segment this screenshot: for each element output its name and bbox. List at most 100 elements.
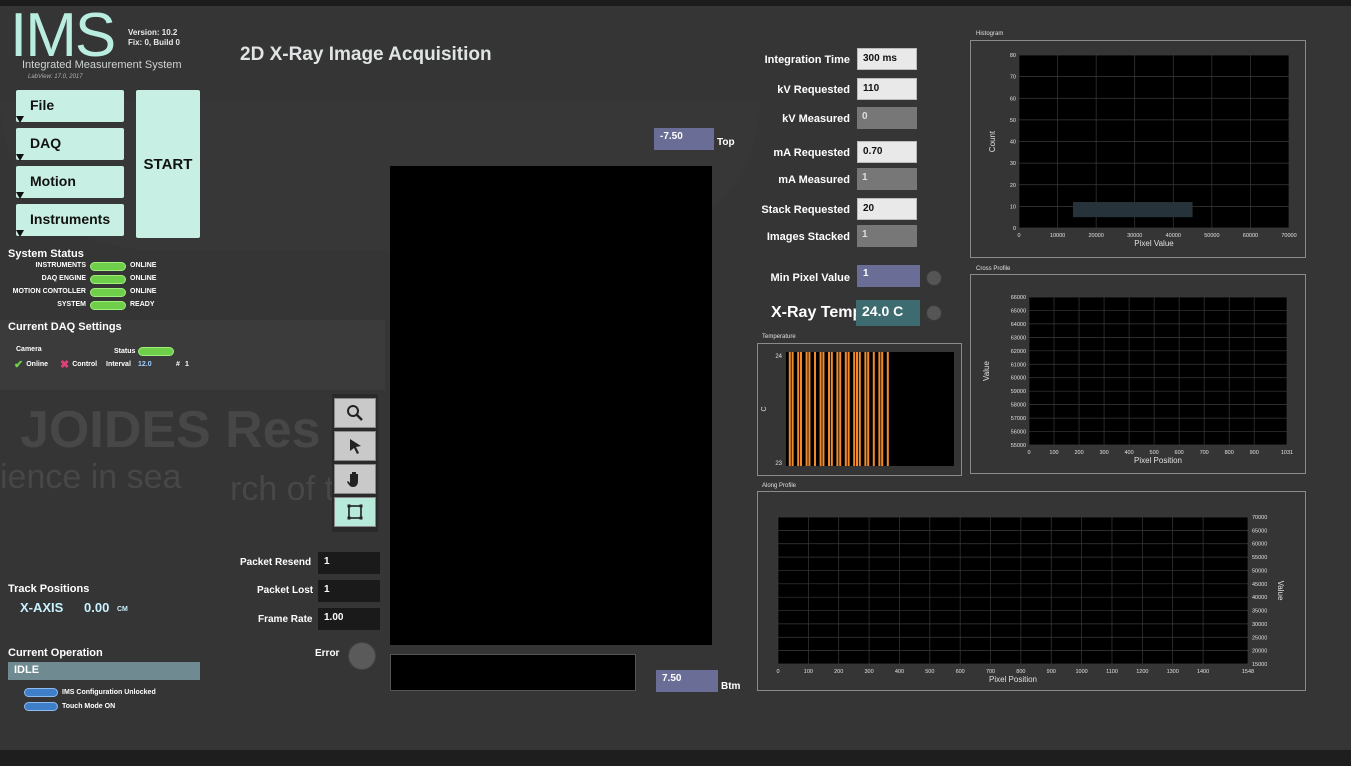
daq-menu-button[interactable]: DAQ [16, 128, 124, 161]
packet-resend-label: Packet Resend [240, 557, 312, 568]
packet-lost-label: Packet Lost [257, 585, 314, 596]
file-menu-label: File [30, 97, 55, 113]
daq-menu-label: DAQ [30, 135, 62, 151]
system-status-title: System Status [8, 248, 84, 260]
motion-menu-button[interactable]: Motion [16, 166, 124, 199]
zoom-tool-button[interactable] [334, 398, 376, 428]
config-indicator [24, 688, 58, 697]
ma-measured-label: mA Measured [778, 174, 850, 186]
status-label: INSTRUMENTS [35, 262, 86, 269]
top-value-field[interactable]: -7.50 [654, 128, 714, 150]
ma-requested-label: mA Requested [773, 147, 850, 159]
xray-image-display[interactable] [390, 166, 712, 645]
status-row-daq-engine: DAQ ENGINE ONLINE [0, 275, 200, 285]
bottom-bar [0, 750, 1351, 766]
y-tick-label: 50 [1010, 118, 1016, 124]
y-tick-label: 61000 [1011, 362, 1026, 368]
y-tick-label: 59000 [1011, 389, 1026, 395]
status-row-motion-controller: MOTION CONTOLLER ONLINE [0, 288, 200, 298]
x-tick-label: 1400 [1197, 669, 1209, 675]
pointer-tool-button[interactable] [334, 431, 376, 461]
x-tick-label: 300 [1099, 450, 1108, 456]
config-unlocked-toggle[interactable]: IMS Configuration Unlocked [24, 688, 156, 697]
x-tick-label: 200 [834, 669, 843, 675]
temperature-bar [805, 352, 808, 466]
cross-profile-plot: 0 100 200 300 400 500 600 700 800 900 103155000560… [982, 295, 1293, 465]
watermark-line2: ience in sea [0, 458, 182, 496]
dropdown-arrow-icon [16, 230, 24, 237]
x-tick-label: 900 [1047, 669, 1056, 675]
count-value: 1 [185, 361, 189, 368]
plot-area [786, 352, 954, 466]
temperature-bar [828, 352, 831, 466]
status-label: DAQ ENGINE [41, 275, 86, 282]
status-indicator [90, 262, 126, 271]
temperature-bar [886, 352, 889, 466]
page-title: 2D X-Ray Image Acquisition [240, 44, 492, 65]
temperature-chart: 23 24 C [757, 343, 962, 476]
touch-mode-toggle[interactable]: Touch Mode ON [24, 702, 115, 711]
status-row-system: SYSTEM READY [0, 301, 200, 311]
kv-measured-label: kV Measured [782, 113, 850, 125]
instruments-menu-button[interactable]: Instruments [16, 204, 124, 237]
ims-logo: IMS [10, 1, 116, 70]
start-button[interactable]: START [136, 90, 200, 238]
y-tick-label: 55000 [1252, 555, 1267, 561]
temperature-bar [788, 352, 791, 466]
y-tick-label: 24 [775, 354, 782, 360]
x-tick-label: 1000 [1075, 669, 1087, 675]
kv-requested-field[interactable]: 110 [857, 78, 917, 100]
y-tick-label: 60000 [1252, 542, 1267, 548]
image-tool-palette [332, 394, 378, 532]
check-icon: ✔ [14, 359, 24, 371]
kv-measured-field: 0 [857, 107, 917, 129]
temperature-bar [822, 352, 825, 466]
images-stacked-label: Images Stacked [766, 231, 850, 243]
y-tick-label: 35000 [1252, 609, 1267, 615]
pan-tool-button[interactable] [334, 464, 376, 494]
track-positions-title: Track Positions [8, 583, 90, 595]
stack-requested-field[interactable]: 20 [857, 198, 917, 220]
magnifier-icon [347, 405, 363, 421]
y-tick-label: 0 [1013, 226, 1016, 232]
packet-resend-field: 1 [318, 552, 380, 574]
xray-temp-indicator [926, 305, 942, 321]
message-box [390, 654, 636, 691]
y-tick-label: 65000 [1252, 528, 1267, 534]
file-menu-button[interactable]: File [16, 90, 124, 123]
top-label: Top [717, 137, 735, 148]
y-axis-label: Count [988, 130, 997, 152]
integration-time-field[interactable]: 300 ms [857, 48, 917, 70]
x-tick-label: 0 [1027, 450, 1030, 456]
fix-text: Fix: 0, Build 0 [128, 38, 181, 47]
dropdown-arrow-icon [16, 154, 24, 161]
temperature-bar [800, 352, 803, 466]
error-indicator [348, 642, 376, 670]
y-tick-label: 25000 [1252, 635, 1267, 641]
histogram-title: Histogram [976, 31, 1004, 37]
x-tick-label: 60000 [1243, 233, 1258, 239]
y-tick-label: 15000 [1252, 662, 1267, 668]
daq-status-indicator [138, 347, 174, 356]
roi-tool-button[interactable] [334, 497, 376, 527]
btm-value-field[interactable]: 7.50 [656, 670, 718, 692]
control-label: Control [72, 361, 98, 368]
y-tick-label: 70000 [1252, 515, 1267, 521]
y-tick-label: 50000 [1252, 568, 1267, 574]
temperature-bar [867, 352, 870, 466]
min-pixel-indicator [926, 270, 942, 286]
x-tick-label: 50000 [1204, 233, 1219, 239]
x-tick-label: 900 [1250, 450, 1259, 456]
x-tick-label: 10000 [1050, 233, 1065, 239]
stack-requested-label: Stack Requested [761, 204, 850, 216]
config-label: IMS Configuration Unlocked [62, 689, 156, 696]
ma-measured-field: 1 [857, 168, 917, 190]
y-tick-label: 66000 [1011, 295, 1026, 301]
status-row-instruments: INSTRUMENTS ONLINE [0, 262, 200, 272]
ma-requested-field[interactable]: 0.70 [857, 141, 917, 163]
x-axis-unit: CM [117, 606, 128, 613]
x-tick-label: 100 [804, 669, 813, 675]
min-pixel-field[interactable]: 1 [857, 265, 920, 287]
x-axis-label: Pixel Position [1134, 456, 1182, 465]
status-indicator [90, 301, 126, 310]
